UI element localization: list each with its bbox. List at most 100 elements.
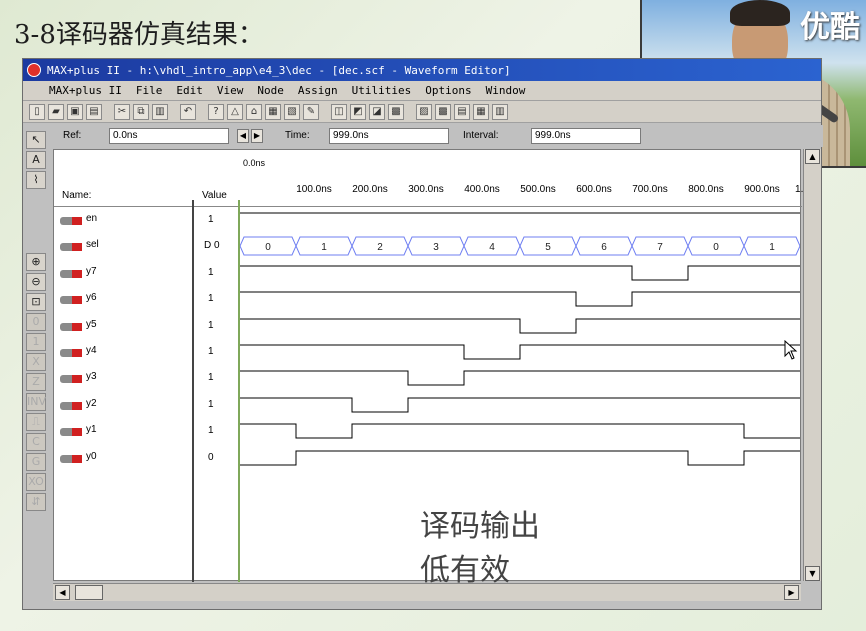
text-tool-icon[interactable]: A bbox=[26, 151, 46, 169]
window-title: MAX+plus II - h:\vhdl_intro_app\e4_3\dec… bbox=[47, 63, 511, 77]
new-file-icon[interactable]: ▯ bbox=[29, 103, 45, 120]
menu-file[interactable]: File bbox=[129, 84, 170, 97]
vertical-scrollbar[interactable]: ▲ ▼ bbox=[803, 149, 821, 581]
y0-waveform bbox=[240, 450, 800, 466]
zoom-in-icon[interactable]: ⊕ bbox=[26, 253, 46, 271]
signal-row-y5[interactable]: y5 1 bbox=[54, 314, 240, 340]
fit-window-icon[interactable]: ⊡ bbox=[26, 293, 46, 311]
menu-utilities[interactable]: Utilities bbox=[345, 84, 419, 97]
unknown-value-icon[interactable]: X bbox=[26, 353, 46, 371]
scroll-right-icon[interactable]: ▶ bbox=[784, 585, 799, 600]
annotation-line2: 低有效 bbox=[420, 553, 510, 588]
assign-icon[interactable]: ✎ bbox=[303, 103, 319, 120]
presenter-hair bbox=[730, 0, 790, 26]
print-icon[interactable]: ▤ bbox=[86, 103, 102, 120]
waveform-icon-4[interactable]: ▦ bbox=[473, 103, 489, 120]
sel-bus-label: 0 bbox=[265, 242, 271, 253]
menu-view[interactable]: View bbox=[210, 84, 251, 97]
signal-value: 1 bbox=[208, 320, 214, 331]
clock-icon[interactable]: ⎍ bbox=[26, 413, 46, 431]
invert-icon[interactable]: INV bbox=[26, 393, 46, 411]
high-value-icon[interactable]: 1 bbox=[26, 333, 46, 351]
input-bus-icon bbox=[60, 243, 82, 251]
sel-bus-label: 6 bbox=[601, 242, 607, 253]
signal-value: 1 bbox=[208, 399, 214, 410]
help-pointer-icon[interactable]: ? bbox=[208, 103, 224, 120]
sort-icon[interactable]: ⇵ bbox=[26, 493, 46, 511]
copy-icon[interactable]: ⧉ bbox=[133, 103, 149, 120]
menu-assign[interactable]: Assign bbox=[291, 84, 345, 97]
signal-row-y1[interactable]: y1 1 bbox=[54, 419, 240, 445]
tick-label: 800.0ns bbox=[688, 184, 724, 195]
output-pin-icon bbox=[60, 402, 82, 410]
waveform-draw-icon[interactable]: ⌇ bbox=[26, 171, 46, 189]
signal-value: 1 bbox=[208, 372, 214, 383]
output-pin-icon bbox=[60, 323, 82, 331]
menu-node[interactable]: Node bbox=[250, 84, 291, 97]
menu-window[interactable]: Window bbox=[479, 84, 533, 97]
output-pin-icon bbox=[60, 455, 82, 463]
left-toolbox: ↖ A ⌇ ⊕ ⊖ ⊡ 0 1 X Z INV ⎍ C G XO ⇵ bbox=[23, 129, 49, 569]
app-icon[interactable] bbox=[27, 63, 41, 77]
overwrite-icon[interactable]: XO bbox=[26, 473, 46, 491]
signal-name: sel bbox=[86, 239, 99, 250]
save-icon[interactable]: ▣ bbox=[67, 103, 83, 120]
prev-transition-button[interactable]: ◀ bbox=[237, 129, 249, 143]
annotation-note: 译码输出 低有效 bbox=[420, 505, 540, 593]
program-icon[interactable]: ▩ bbox=[388, 103, 404, 120]
tick-label: 100.0ns bbox=[296, 184, 332, 195]
scroll-left-icon[interactable]: ◀ bbox=[55, 585, 70, 600]
simulate-icon[interactable]: ◩ bbox=[350, 103, 366, 120]
tick-label: 900.0ns bbox=[744, 184, 780, 195]
hierarchy-icon[interactable]: ⌂ bbox=[246, 103, 262, 120]
window-titlebar[interactable]: MAX+plus II - h:\vhdl_intro_app\e4_3\dec… bbox=[23, 59, 821, 81]
timing-icon[interactable]: ◪ bbox=[369, 103, 385, 120]
signal-name: y1 bbox=[86, 424, 97, 435]
paste-icon[interactable]: ▥ bbox=[152, 103, 168, 120]
menu-edit[interactable]: Edit bbox=[169, 84, 210, 97]
ref-bar: Ref: 0.0ns ◀ ▶ Time: 999.0ns Interval: 9… bbox=[23, 125, 823, 147]
zoom-window-icon[interactable]: ▦ bbox=[265, 103, 281, 120]
scroll-thumb[interactable] bbox=[75, 585, 103, 600]
menu-options[interactable]: Options bbox=[418, 84, 478, 97]
next-transition-button[interactable]: ▶ bbox=[251, 129, 263, 143]
waveform-icon-2[interactable]: ▩ bbox=[435, 103, 451, 120]
high-z-icon[interactable]: Z bbox=[26, 373, 46, 391]
interval-field[interactable]: 999.0ns bbox=[531, 128, 641, 144]
waveform-icon-1[interactable]: ▨ bbox=[416, 103, 432, 120]
group-value-icon[interactable]: G bbox=[26, 453, 46, 471]
ref-field[interactable]: 0.0ns bbox=[109, 128, 229, 144]
select-arrow-icon[interactable]: ↖ bbox=[26, 131, 46, 149]
signal-row-y6[interactable]: y6 1 bbox=[54, 287, 240, 313]
open-folder-icon[interactable]: ▰ bbox=[48, 103, 64, 120]
scroll-up-icon[interactable]: ▲ bbox=[805, 149, 820, 164]
undo-icon[interactable]: ↶ bbox=[180, 103, 196, 120]
annotation-line1: 译码输出 bbox=[420, 509, 540, 544]
cut-icon[interactable]: ✂ bbox=[114, 103, 130, 120]
signal-row-y3[interactable]: y3 1 bbox=[54, 366, 240, 392]
sel-bus-label: 1 bbox=[769, 242, 775, 253]
waveform-icon-3[interactable]: ▤ bbox=[454, 103, 470, 120]
count-value-icon[interactable]: C bbox=[26, 433, 46, 451]
signal-row-y0[interactable]: y0 0 bbox=[54, 446, 240, 472]
scroll-down-icon[interactable]: ▼ bbox=[805, 566, 820, 581]
time-field[interactable]: 999.0ns bbox=[329, 128, 449, 144]
menu-maxplus[interactable]: MAX+plus II bbox=[27, 84, 129, 97]
low-value-icon[interactable]: 0 bbox=[26, 313, 46, 331]
signal-name: y6 bbox=[86, 292, 97, 303]
signal-row-y4[interactable]: y4 1 bbox=[54, 340, 240, 366]
signal-row-y7[interactable]: y7 1 bbox=[54, 261, 240, 287]
toolbar: ▯ ▰ ▣ ▤ ✂ ⧉ ▥ ↶ ? △ ⌂ ▦ ▧ ✎ ◫ ◩ ◪ ▩ ▨ ▩ … bbox=[23, 101, 821, 123]
waveform-traces[interactable]: 0 1 2 3 4 5 6 7 0 1 bbox=[240, 207, 800, 507]
warning-icon[interactable]: △ bbox=[227, 103, 243, 120]
waveform-icon-5[interactable]: ▥ bbox=[492, 103, 508, 120]
value-header: Value bbox=[202, 190, 227, 201]
compile-icon[interactable]: ◫ bbox=[331, 103, 347, 120]
zoom-out-icon[interactable]: ⊖ bbox=[26, 273, 46, 291]
signal-row-sel[interactable]: sel D 0 bbox=[54, 234, 240, 260]
signal-row-y2[interactable]: y2 1 bbox=[54, 393, 240, 419]
signal-name: en bbox=[86, 213, 98, 224]
signal-row-en[interactable]: en 1 bbox=[54, 208, 240, 234]
floorplan-icon[interactable]: ▧ bbox=[284, 103, 300, 120]
sel-bus-label: 5 bbox=[545, 242, 551, 253]
